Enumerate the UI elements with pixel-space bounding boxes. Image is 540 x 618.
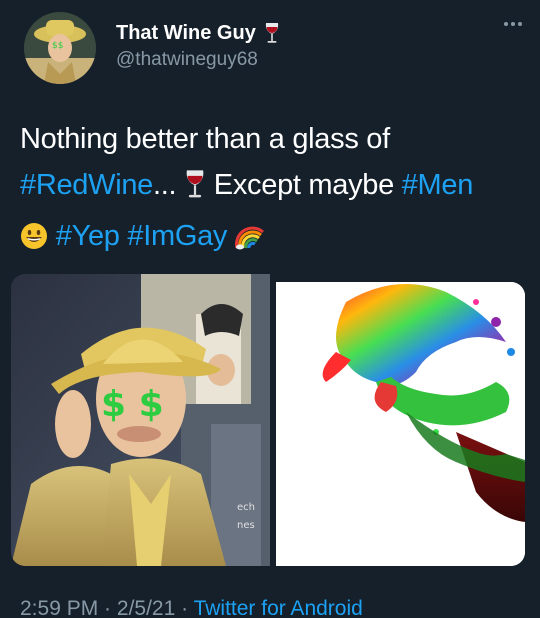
tweet-meta: 2:59 PM · 2/5/21 · Twitter for Android: [20, 597, 363, 618]
svg-text:$$: $$: [52, 41, 63, 51]
grinning-face-icon: [20, 218, 48, 264]
ellipsis-text: ...: [153, 169, 177, 201]
meta-separator: ·: [98, 597, 117, 618]
rainbow-icon: [234, 218, 265, 264]
tweet-text-except: Except maybe: [206, 169, 402, 201]
tweet-source-link[interactable]: Twitter for Android: [194, 597, 363, 618]
hashtag-imgay[interactable]: #ImGay: [127, 220, 227, 252]
display-name-row: That Wine Guy: [116, 20, 280, 46]
side-text: ech: [237, 502, 255, 513]
meta-separator: ·: [175, 597, 194, 618]
hashtag-yep[interactable]: #Yep: [56, 220, 120, 252]
tweet-header: $$ That Wine Guy @thatwineguy68: [24, 12, 280, 84]
tweet-image-left[interactable]: $ $ ech nes: [11, 274, 270, 566]
side-text-2: nes: [237, 520, 255, 531]
tweet: $$ That Wine Guy @thatwineguy68 Nothing …: [0, 0, 540, 618]
handle[interactable]: @thatwineguy68: [116, 48, 280, 72]
hashtag-redwine[interactable]: #RedWine: [20, 169, 153, 201]
more-icon[interactable]: [504, 22, 522, 26]
avatar[interactable]: $$: [24, 12, 96, 84]
glasses-text: $ $: [101, 384, 164, 425]
hashtag-men[interactable]: #Men: [402, 169, 474, 201]
tweet-text-line1: Nothing better than a glass of: [20, 123, 390, 155]
tweet-date[interactable]: 2/5/21: [117, 597, 175, 618]
tweet-text: Nothing better than a glass of #RedWine.…: [20, 116, 530, 264]
tweet-image-right[interactable]: [276, 282, 525, 566]
author-block: That Wine Guy @thatwineguy68: [116, 20, 280, 72]
wine-glass-icon: [184, 167, 206, 213]
wine-glass-icon: [264, 22, 280, 44]
display-name[interactable]: That Wine Guy: [116, 20, 256, 46]
tweet-time[interactable]: 2:59 PM: [20, 597, 98, 618]
